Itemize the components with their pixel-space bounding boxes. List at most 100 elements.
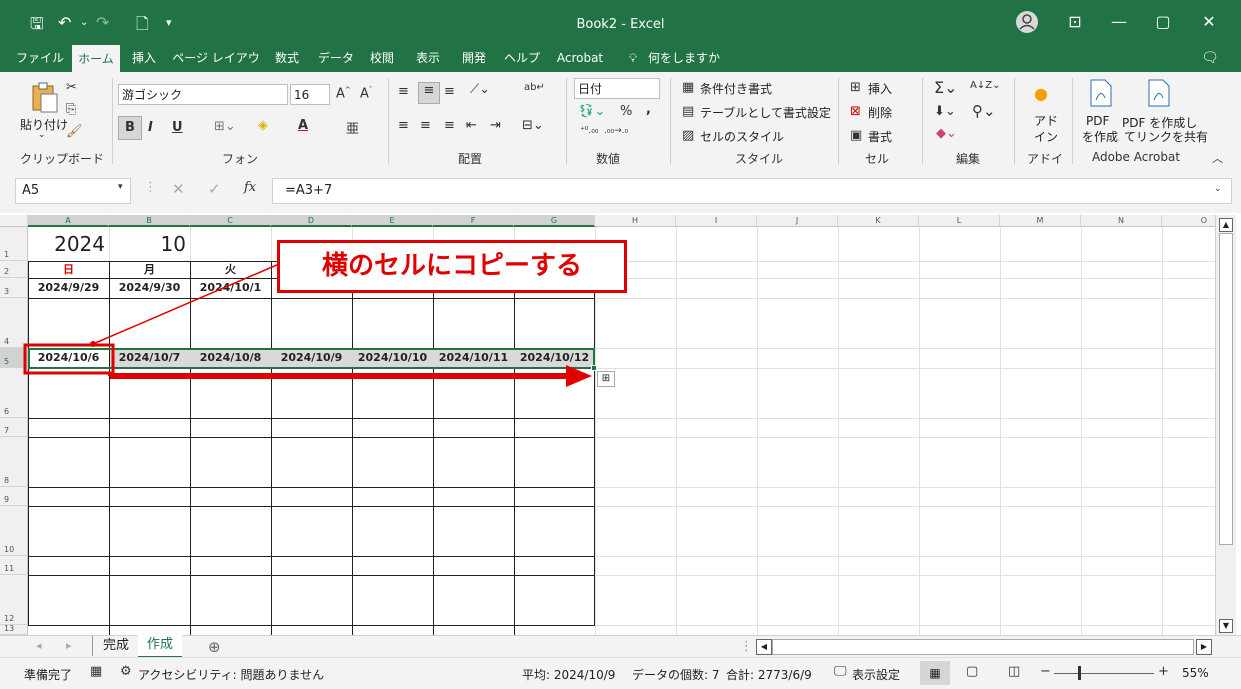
add-ins-label-1[interactable]: アド [1034, 112, 1058, 129]
pdf-share-icon[interactable] [1146, 78, 1172, 112]
number-format-combo[interactable]: 日付 [574, 78, 660, 99]
increase-decimal-icon[interactable]: ⁺⁰.₀₀ [580, 126, 598, 136]
align-middle-icon[interactable]: ≡ [418, 82, 440, 104]
tab-acrobat[interactable]: Acrobat [552, 45, 608, 72]
horizontal-scroll-thumb[interactable] [772, 639, 1194, 655]
align-bottom-icon[interactable]: ≡ [444, 84, 455, 99]
clear-icon[interactable]: ◆⌄ [936, 126, 957, 141]
align-right-icon[interactable]: ≡ [444, 118, 455, 133]
paste-icon[interactable] [28, 80, 60, 116]
expand-formula-icon[interactable]: ⌄ [1214, 184, 1222, 194]
zoom-slider-track[interactable] [1054, 673, 1154, 674]
minimize-button[interactable]: — [1104, 10, 1134, 34]
account-icon[interactable] [1012, 10, 1042, 34]
phonetic-icon[interactable]: 亜 [346, 118, 359, 137]
find-select-icon[interactable]: ⚲⌄ [972, 102, 996, 120]
conditional-format-button[interactable]: 条件付き書式 [700, 80, 772, 97]
wrap-text-icon[interactable]: ab↵ [524, 82, 545, 93]
normal-view-icon[interactable]: ▦ [920, 661, 950, 685]
scroll-down-button[interactable]: ▼ [1219, 619, 1233, 633]
scroll-up-button[interactable]: ▲ [1219, 218, 1233, 232]
tab-insert[interactable]: 挿入 [126, 45, 162, 72]
delete-cells-button[interactable]: 削除 [868, 104, 892, 121]
borders-icon[interactable]: ⊞⌄ [214, 119, 236, 134]
collapse-ribbon-icon[interactable]: ︿ [1212, 150, 1223, 166]
copy-icon[interactable]: ⎘ [66, 102, 76, 117]
italic-button[interactable]: I [148, 120, 153, 135]
insert-function-icon[interactable]: fx [244, 180, 256, 195]
align-center-icon[interactable]: ≡ [420, 118, 431, 133]
tab-formulas[interactable]: 数式 [268, 45, 306, 72]
insert-cells-icon[interactable]: ⊞ [850, 80, 861, 95]
bold-button[interactable]: B [118, 116, 142, 140]
underline-button[interactable]: U [172, 120, 183, 135]
pdf-create-icon[interactable] [1088, 78, 1114, 112]
format-painter-icon[interactable]: 🖌︎ [66, 124, 83, 139]
zoom-in-button[interactable]: + [1158, 664, 1169, 679]
sheet-tab-complete[interactable]: 完成 [92, 636, 140, 656]
vertical-scrollbar[interactable]: ▲ ▼ [1215, 215, 1236, 635]
decrease-font-icon[interactable]: Aˇ [360, 86, 372, 101]
font-color-icon[interactable]: A [298, 118, 308, 133]
scroll-left-button[interactable]: ◀ [756, 639, 772, 655]
increase-indent-icon[interactable]: ⇥ [490, 118, 501, 133]
confirm-entry-icon[interactable]: ✓ [208, 180, 221, 198]
merge-center-icon[interactable]: ⊟⌄ [522, 118, 544, 133]
cancel-entry-icon[interactable]: ✕ [172, 180, 185, 198]
zoom-out-button[interactable]: − [1040, 664, 1051, 679]
add-ins-label-2[interactable]: イン [1034, 128, 1058, 145]
name-box[interactable]: A5 [15, 178, 131, 204]
percent-button[interactable]: % [620, 104, 632, 119]
decrease-indent-icon[interactable]: ⇤ [466, 118, 477, 133]
decrease-decimal-icon[interactable]: .₀₀→.₀ [604, 126, 628, 136]
add-ins-icon[interactable]: ● [1034, 84, 1048, 103]
tell-me-search[interactable]: 何をしますか [648, 45, 720, 72]
accounting-format-icon[interactable]: 💱︎⌄ [578, 104, 605, 119]
cell-styles-button[interactable]: セルのスタイル [700, 128, 784, 145]
pdf-create-label-1[interactable]: PDF [1086, 114, 1109, 128]
ribbon-display-icon[interactable]: ⊡ [1060, 10, 1090, 34]
tab-review[interactable]: 校閲 [364, 45, 400, 72]
scroll-thumb[interactable] [1219, 233, 1233, 545]
tab-developer[interactable]: 開発 [454, 45, 494, 72]
comma-button[interactable]: , [646, 102, 651, 117]
format-as-table-button[interactable]: テーブルとして書式設定 [700, 104, 831, 121]
font-size-combo[interactable]: 16 [290, 84, 330, 105]
status-accessibility[interactable]: アクセシビリティ: 問題ありません [138, 666, 324, 683]
format-cells-icon[interactable]: ▣ [850, 128, 862, 143]
orientation-icon[interactable]: ⟋⌄ [470, 82, 490, 97]
tab-page-layout[interactable]: ページ レイアウト [170, 45, 262, 92]
name-box-dropdown-icon[interactable]: ▾ [118, 182, 123, 192]
fill-icon[interactable]: ⬇⌄ [934, 104, 956, 119]
comments-icon[interactable]: 🗨︎ [1198, 45, 1222, 72]
scroll-right-button[interactable]: ▶ [1196, 639, 1212, 655]
display-settings-icon[interactable]: 🖵︎ [834, 664, 847, 679]
cut-icon[interactable]: ✂ [66, 80, 77, 95]
formula-input[interactable]: =A3+7 [272, 178, 1232, 204]
insert-cells-button[interactable]: 挿入 [868, 80, 892, 97]
lightbulb-icon[interactable]: 💡︎ [626, 45, 640, 72]
format-as-table-icon[interactable]: ▤ [682, 104, 694, 119]
align-left-icon[interactable]: ≡ [398, 118, 409, 133]
sheet-tab-create[interactable]: 作成 [138, 635, 182, 658]
close-button[interactable]: ✕ [1194, 10, 1224, 34]
accessibility-icon[interactable]: ⚙︎ [120, 664, 132, 679]
zoom-level[interactable]: 55% [1182, 666, 1209, 680]
autosum-icon[interactable]: Σ⌄ [934, 78, 958, 97]
zoom-slider-thumb[interactable] [1078, 666, 1081, 680]
paste-dropdown-icon[interactable]: ⌄ [38, 130, 46, 140]
macro-record-icon[interactable]: ▦ [90, 664, 102, 679]
pdf-share-label-2[interactable]: てリンクを共有 [1124, 128, 1208, 145]
delete-cells-icon[interactable]: ⊠ [850, 104, 861, 119]
page-break-view-icon[interactable]: ◫ [1008, 664, 1020, 679]
tab-help[interactable]: ヘルプ [500, 45, 544, 72]
page-layout-view-icon[interactable]: ▢ [966, 664, 978, 679]
tab-view[interactable]: 表示 [408, 45, 448, 72]
cell-styles-icon[interactable]: ▨ [682, 128, 694, 143]
tab-file[interactable]: ファイル [14, 45, 66, 72]
font-name-combo[interactable]: 游ゴシック [118, 84, 288, 105]
worksheet-grid[interactable]: A B C D E F G H I J K L M N O 1 2 3 4 5 … [0, 215, 1215, 635]
pdf-create-label-2[interactable]: を作成 [1082, 128, 1118, 145]
format-cells-button[interactable]: 書式 [868, 128, 892, 145]
sort-filter-icon[interactable]: A↓Z⌄ [970, 80, 1000, 91]
